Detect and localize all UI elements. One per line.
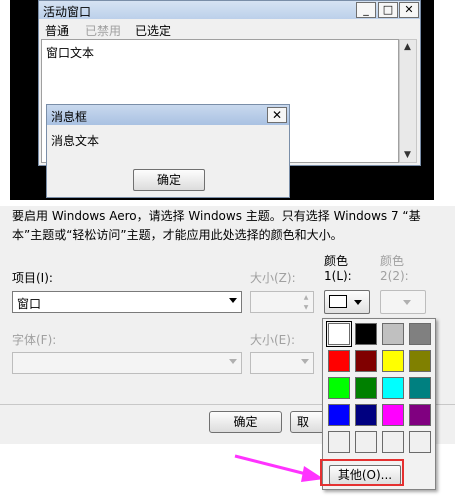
color-swatch[interactable]: [382, 350, 404, 372]
color-swatch[interactable]: [409, 323, 431, 345]
color-swatch[interactable]: [355, 323, 377, 345]
color-swatch[interactable]: [382, 404, 404, 426]
color-swatch[interactable]: [328, 404, 350, 426]
color-swatch[interactable]: [409, 431, 431, 453]
color-swatch[interactable]: [355, 431, 377, 453]
color-swatch[interactable]: [382, 377, 404, 399]
color-swatch[interactable]: [409, 350, 431, 372]
color-swatch[interactable]: [328, 377, 350, 399]
color-swatch[interactable]: [328, 350, 350, 372]
color-swatch[interactable]: [355, 377, 377, 399]
color-swatch[interactable]: [409, 404, 431, 426]
color-swatch[interactable]: [355, 350, 377, 372]
color-swatch[interactable]: [328, 431, 350, 453]
color-swatch[interactable]: [382, 431, 404, 453]
other-colors-highlight: [320, 459, 404, 486]
color-swatch[interactable]: [326, 321, 352, 347]
color-swatch[interactable]: [409, 377, 431, 399]
color-swatch[interactable]: [382, 323, 404, 345]
color-swatch[interactable]: [355, 404, 377, 426]
